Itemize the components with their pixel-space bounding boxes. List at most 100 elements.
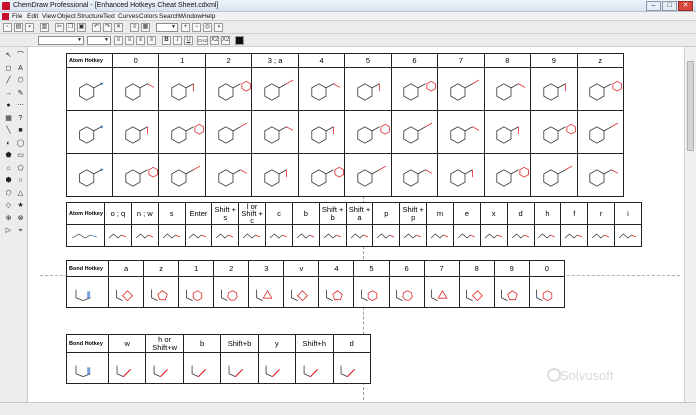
query-icon-23[interactable]: △ bbox=[15, 188, 26, 199]
ring-icon-17[interactable]: ▭ bbox=[15, 150, 26, 161]
align-right-icon[interactable]: ≡ bbox=[136, 36, 145, 45]
zoom-fit-icon[interactable]: ◎ bbox=[203, 23, 212, 32]
hotkey-label: 9 bbox=[530, 53, 578, 68]
bond-icon-16[interactable]: ⬟ bbox=[3, 150, 14, 161]
lasso-icon-25[interactable]: ★ bbox=[15, 200, 26, 211]
table-row bbox=[66, 110, 624, 154]
align-left-icon[interactable]: ≡ bbox=[114, 36, 123, 45]
underline-button[interactable]: U bbox=[184, 36, 193, 45]
structure-drawing bbox=[255, 289, 273, 301]
bold-button[interactable]: B bbox=[162, 36, 171, 45]
ring-icon-29[interactable]: ⌖ bbox=[15, 225, 26, 236]
structure-drawing bbox=[191, 365, 206, 377]
new-icon[interactable]: ▫ bbox=[3, 23, 12, 32]
align-center-icon[interactable]: ≡ bbox=[125, 36, 134, 45]
copy-icon[interactable]: ❐ bbox=[66, 23, 75, 32]
arrow-icon-18[interactable]: ⌂ bbox=[3, 163, 14, 174]
close-button[interactable]: ✕ bbox=[678, 1, 693, 11]
result-structure-cell bbox=[257, 352, 297, 384]
group-icon[interactable]: ▦ bbox=[141, 23, 150, 32]
result-structure-cell bbox=[533, 224, 562, 247]
atom-icon[interactable]: ● bbox=[3, 100, 14, 111]
text-icon-27[interactable]: ⊗ bbox=[15, 213, 26, 224]
template-icon-22[interactable]: ⬡ bbox=[3, 188, 14, 199]
watermark: Solvusoft bbox=[560, 368, 614, 383]
vertical-scrollbar[interactable] bbox=[684, 47, 696, 402]
text-icon[interactable]: A bbox=[15, 63, 26, 74]
menu-help[interactable]: Help bbox=[202, 12, 215, 21]
maximize-button[interactable]: □ bbox=[662, 1, 677, 11]
menu-text[interactable]: Text bbox=[103, 12, 115, 21]
zoom-in-icon[interactable]: + bbox=[181, 23, 190, 32]
select-icon-12[interactable]: ╲ bbox=[3, 125, 14, 136]
size-select[interactable]: ▼ bbox=[87, 36, 111, 45]
menu-object[interactable]: Object bbox=[57, 12, 76, 21]
structure-drawing bbox=[135, 233, 153, 238]
bond-icon[interactable]: ╱ bbox=[3, 75, 14, 86]
eraser-icon-26[interactable]: ⊕ bbox=[3, 213, 14, 224]
cut-icon[interactable]: ✂ bbox=[55, 23, 64, 32]
subscript-button[interactable]: X2 bbox=[210, 36, 219, 45]
table-row bbox=[66, 67, 624, 111]
query-icon[interactable]: ? bbox=[15, 113, 26, 124]
chain-icon[interactable]: ⋯ bbox=[15, 100, 26, 111]
color-swatch-button[interactable] bbox=[235, 36, 244, 45]
structure-drawing bbox=[326, 289, 343, 301]
view-icon[interactable]: ◑ bbox=[214, 23, 223, 32]
menu-edit[interactable]: Edit bbox=[27, 12, 38, 21]
align-icon[interactable]: ≡ bbox=[130, 23, 139, 32]
scroll-thumb[interactable] bbox=[687, 61, 694, 151]
italic-button[interactable]: I bbox=[173, 36, 182, 45]
redo-icon[interactable]: ↷ bbox=[103, 23, 112, 32]
structure-drawing bbox=[78, 168, 103, 187]
zoom-out-icon[interactable]: − bbox=[192, 23, 201, 32]
eraser-icon[interactable]: ◻ bbox=[3, 63, 14, 74]
structure-drawing bbox=[185, 289, 202, 301]
font-select[interactable]: ▼ bbox=[38, 36, 84, 45]
pen-icon[interactable]: ✎ bbox=[15, 88, 26, 99]
template-icon[interactable]: ▦ bbox=[3, 113, 14, 124]
select-icon-24[interactable]: ◇ bbox=[3, 200, 14, 211]
menu-curves[interactable]: Curves bbox=[118, 12, 139, 21]
zoom-select[interactable]: ▼ bbox=[156, 23, 178, 32]
hotkey-label: e bbox=[452, 202, 481, 225]
menu-view[interactable]: View bbox=[42, 12, 56, 21]
text-icon-15[interactable]: ◯ bbox=[15, 138, 26, 149]
eraser-icon-14[interactable]: ◐ bbox=[3, 138, 14, 149]
result-structure-cell bbox=[157, 224, 186, 247]
tool-palette: ↖ ⌒ ◻ A ╱ ⬡ → ✎ ● ⋯ ▦? ╲ ■ ◐ ◯ ⬟ ▭ ⌂ ⬠ ⬢ ○ ⬡ △ ◇ ★ ⊕ ⊗ ▷ ⌖ bbox=[0, 47, 28, 402]
lasso-icon-13[interactable]: ■ bbox=[15, 125, 26, 136]
formula-button[interactable]: CH2 bbox=[197, 36, 208, 45]
pen-icon-19[interactable]: ⬠ bbox=[15, 163, 26, 174]
structure-drawing bbox=[350, 233, 368, 238]
result-structure-cell bbox=[251, 110, 299, 154]
select-icon[interactable]: ↖ bbox=[3, 50, 14, 61]
justify-icon[interactable]: ≡ bbox=[147, 36, 156, 45]
superscript-button[interactable]: X2 bbox=[221, 36, 230, 45]
menu-colors[interactable]: Colors bbox=[139, 12, 158, 21]
ring-icon[interactable]: ⬡ bbox=[15, 75, 26, 86]
open-icon[interactable]: ▤ bbox=[14, 23, 23, 32]
paste-icon[interactable]: ▣ bbox=[77, 23, 86, 32]
bond-icon-28[interactable]: ▷ bbox=[3, 225, 14, 236]
hotkey-table-atom: Atom Hotkey 0 1 2 3 ; a456789z bbox=[66, 53, 624, 197]
structure-drawing bbox=[171, 123, 205, 144]
undo-icon[interactable]: ↶ bbox=[92, 23, 101, 32]
menu-structure[interactable]: Structure bbox=[77, 12, 103, 21]
arrow-icon[interactable]: → bbox=[3, 88, 14, 99]
result-structure-cell bbox=[204, 67, 253, 111]
lasso-icon[interactable]: ⌒ bbox=[15, 50, 26, 61]
menu-search[interactable]: Search bbox=[159, 12, 180, 21]
minimize-button[interactable]: – bbox=[646, 1, 661, 11]
menu-window[interactable]: Window bbox=[179, 12, 202, 21]
save-icon[interactable]: ▪ bbox=[25, 23, 34, 32]
clean-icon[interactable]: ✕ bbox=[114, 23, 123, 32]
print-icon[interactable]: ▥ bbox=[40, 23, 49, 32]
structure-drawing bbox=[125, 125, 148, 144]
menu-file[interactable]: File bbox=[12, 12, 22, 21]
chain-icon-21[interactable]: ○ bbox=[15, 175, 26, 186]
hotkey-label: l or Shift + c bbox=[238, 202, 267, 225]
atom-icon-20[interactable]: ⬢ bbox=[3, 175, 14, 186]
result-structure-cell bbox=[318, 276, 355, 308]
hotkey-label: 3 ; a bbox=[251, 53, 299, 68]
